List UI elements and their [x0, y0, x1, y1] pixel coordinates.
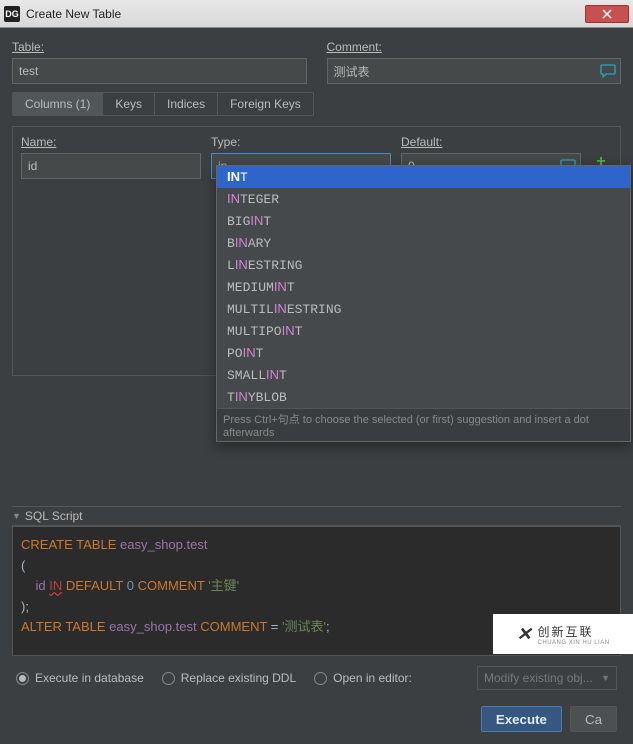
- radio-label: Execute in database: [35, 671, 144, 685]
- tab-keys[interactable]: Keys: [103, 93, 155, 115]
- chevron-down-icon: ▼: [601, 673, 610, 683]
- comment-input[interactable]: [327, 58, 622, 84]
- editor-target-dropdown[interactable]: Modify existing obj... ▼: [477, 666, 617, 690]
- radio-execute-in-database[interactable]: Execute in database: [16, 671, 144, 685]
- name-label: Name:: [21, 135, 201, 149]
- radio-open-in-editor-[interactable]: Open in editor:: [314, 671, 412, 685]
- autocomplete-item[interactable]: POINT: [217, 342, 630, 364]
- radio-label: Open in editor:: [333, 671, 412, 685]
- watermark: ✕ 创新互联 CHUANG XIN HU LIAN: [493, 614, 633, 654]
- watermark-en: CHUANG XIN HU LIAN: [538, 640, 610, 646]
- radio-label: Replace existing DDL: [181, 671, 296, 685]
- autocomplete-item[interactable]: INTEGER: [217, 188, 630, 210]
- comment-label: Comment:: [327, 40, 622, 54]
- tabs: Columns (1)KeysIndicesForeign Keys: [12, 92, 314, 116]
- watermark-logo-icon: ✕: [516, 624, 531, 645]
- radio-icon: [314, 672, 327, 685]
- type-label: Type:: [211, 135, 391, 149]
- radio-icon: [162, 672, 175, 685]
- app-icon: DG: [4, 6, 20, 22]
- comment-expand-icon[interactable]: [599, 62, 617, 80]
- name-input[interactable]: [21, 153, 201, 179]
- tab-indices[interactable]: Indices: [155, 93, 218, 115]
- table-input[interactable]: [12, 58, 307, 84]
- sql-script-header[interactable]: ▼ SQL Script: [12, 506, 621, 526]
- execute-button[interactable]: Execute: [481, 706, 562, 732]
- collapse-icon: ▼: [12, 511, 21, 521]
- autocomplete-item[interactable]: TINYBLOB: [217, 386, 630, 408]
- table-label: Table:: [12, 40, 307, 54]
- window-title: Create New Table: [26, 7, 585, 21]
- sql-script-label: SQL Script: [25, 509, 83, 523]
- radio-replace-existing-ddl[interactable]: Replace existing DDL: [162, 671, 296, 685]
- cancel-button[interactable]: Ca: [570, 706, 617, 732]
- autocomplete-item[interactable]: SMALLINT: [217, 364, 630, 386]
- tab-foreign-keys[interactable]: Foreign Keys: [218, 93, 313, 115]
- autocomplete-item[interactable]: MULTILINESTRING: [217, 298, 630, 320]
- watermark-cn: 创新互联: [538, 623, 610, 640]
- autocomplete-item[interactable]: INT: [217, 166, 630, 188]
- autocomplete-item[interactable]: BIGINT: [217, 210, 630, 232]
- autocomplete-footer: Press Ctrl+句点 to choose the selected (or…: [217, 408, 630, 441]
- default-label: Default:: [401, 135, 581, 149]
- tab-columns-[interactable]: Columns (1): [13, 93, 103, 115]
- autocomplete-item[interactable]: LINESTRING: [217, 254, 630, 276]
- radio-icon: [16, 672, 29, 685]
- autocomplete-item[interactable]: MULTIPOINT: [217, 320, 630, 342]
- execute-options: Execute in database Replace existing DDL O…: [12, 656, 621, 700]
- close-button[interactable]: [585, 5, 629, 23]
- dropdown-text: Modify existing obj...: [484, 671, 593, 685]
- titlebar: DG Create New Table: [0, 0, 633, 28]
- close-icon: [602, 9, 612, 19]
- autocomplete-popup: INTINTEGERBIGINTBINARYLINESTRINGMEDIUMIN…: [216, 165, 631, 442]
- autocomplete-item[interactable]: BINARY: [217, 232, 630, 254]
- autocomplete-item[interactable]: MEDIUMINT: [217, 276, 630, 298]
